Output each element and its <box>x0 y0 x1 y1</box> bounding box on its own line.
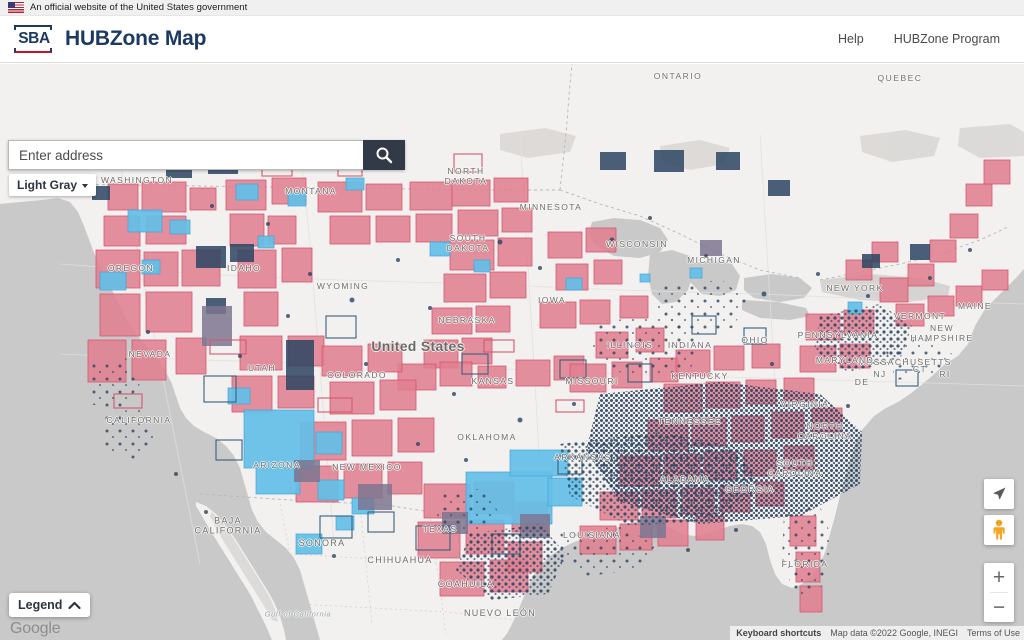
nav-link-hubzone-program[interactable]: HUBZone Program <box>894 32 1000 46</box>
terms-of-use-link[interactable]: Terms of Use <box>967 628 1020 638</box>
map-attribution: Keyboard shortcuts Map data ©2022 Google… <box>730 626 1024 640</box>
gov-banner: An official website of the United States… <box>0 0 1024 16</box>
basemap-select[interactable]: Light Gray <box>9 174 97 196</box>
map-data-text: Map data ©2022 Google, INEGI <box>830 628 958 638</box>
us-flag-icon <box>8 2 24 13</box>
address-search <box>8 140 405 170</box>
zoom-in-button[interactable]: + <box>984 563 1014 592</box>
header-nav: Help HUBZone Program <box>838 32 1010 46</box>
chevron-up-icon <box>68 601 82 609</box>
chevron-down-icon <box>82 183 89 188</box>
sba-logo-icon: SBA <box>12 24 56 54</box>
page-title: HUBZone Map <box>65 27 207 50</box>
search-icon <box>376 147 393 164</box>
search-button[interactable] <box>363 140 405 170</box>
brand-link[interactable]: SBA HUBZone Map <box>12 24 206 54</box>
map-viewport[interactable]: United States ONTARIO QUEBEC WASHINGTON MONT… <box>0 64 1024 640</box>
street-view-pegman-button[interactable] <box>984 515 1014 545</box>
hubzone-map-app: An official website of the United States… <box>0 0 1024 640</box>
locate-me-button[interactable] <box>984 479 1014 509</box>
basemap-label: Light Gray <box>17 178 78 192</box>
navigate-arrow-icon <box>993 487 1006 500</box>
sba-logo-text: SBA <box>18 30 50 47</box>
nav-link-help[interactable]: Help <box>838 32 864 46</box>
gov-banner-text: An official website of the United States… <box>30 2 248 13</box>
search-input[interactable] <box>8 140 363 170</box>
zoom-controls: + − <box>984 563 1014 622</box>
site-header: SBA HUBZone Map Help HUBZone Program <box>0 16 1024 63</box>
legend-toggle-button[interactable]: Legend <box>9 593 91 617</box>
keyboard-shortcuts-link[interactable]: Keyboard shortcuts <box>736 628 821 638</box>
zoom-out-button[interactable]: − <box>984 593 1014 622</box>
legend-label: Legend <box>18 598 63 612</box>
street-view-pegman-icon <box>993 519 1005 540</box>
